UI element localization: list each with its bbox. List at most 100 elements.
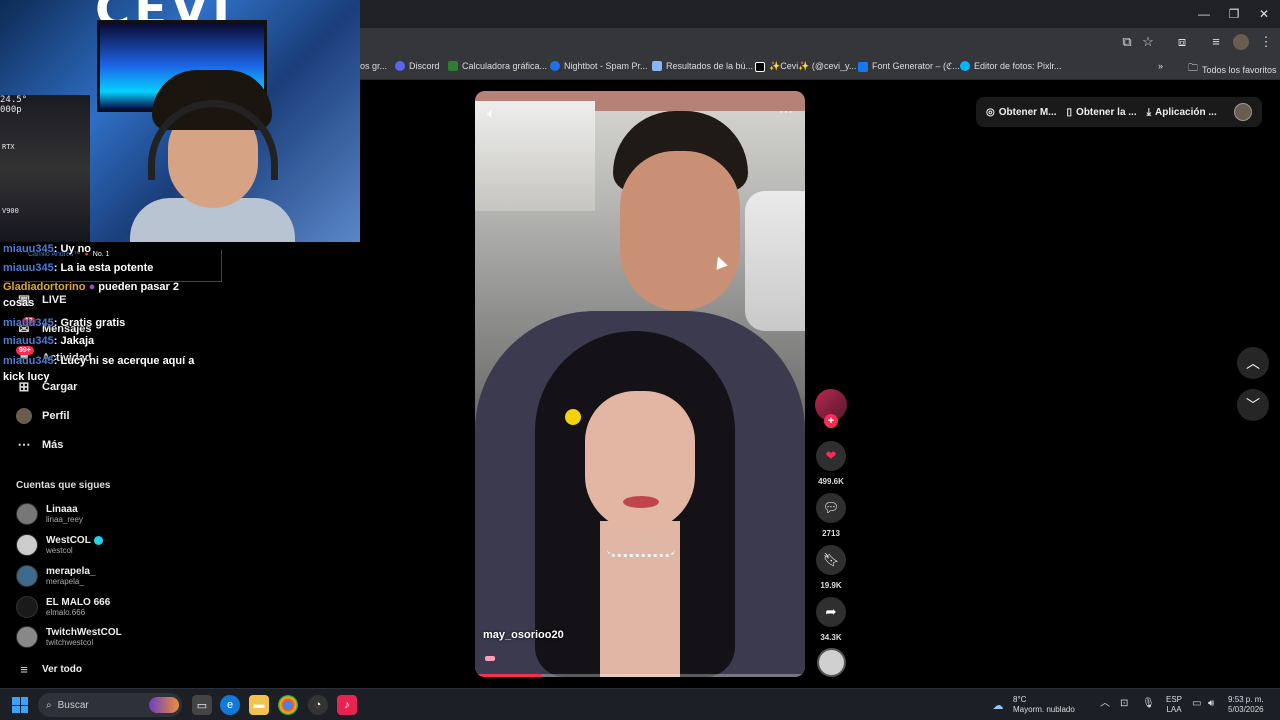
task-view-icon[interactable]: ▭	[192, 695, 212, 715]
download-icon: ⤓	[1146, 106, 1152, 118]
comment-action[interactable]: 💬︎ 2713	[816, 493, 846, 538]
avatar	[16, 534, 38, 556]
background-car	[745, 191, 805, 331]
get-app-button[interactable]: ▯ Obtener la ...	[1067, 107, 1137, 118]
streamer	[130, 70, 295, 242]
discord-icon	[395, 61, 405, 71]
desktop-app-button[interactable]: ⤓ Aplicación ...	[1147, 107, 1217, 118]
necklace	[607, 549, 675, 557]
following-item[interactable]: Linaaa linaa_reey	[16, 503, 83, 525]
chrome-menu-icon[interactable]: ⋮	[1258, 34, 1274, 50]
share-action[interactable]: ➦ 34.3K	[816, 597, 846, 642]
bookmark-item[interactable]: ✨Cevi✨ (@cevi_y...	[755, 61, 856, 72]
bookmark-star-icon[interactable]: ☆	[1140, 34, 1156, 50]
list-icon: ≡	[20, 661, 28, 677]
bookmark-item[interactable]: Calculadora gráfica...	[448, 61, 547, 71]
minimize-button[interactable]: —	[1190, 4, 1218, 24]
follow-plus-icon[interactable]: +	[824, 414, 838, 428]
music-disc-icon[interactable]	[817, 648, 846, 677]
top-actions-bar: ◎ Obtener M... ▯ Obtener la ... ⤓ Aplicació…	[976, 97, 1262, 127]
avatar	[16, 503, 38, 525]
volume-icon[interactable]: 🔊︎	[1208, 699, 1214, 709]
chat-message: miauu345: La ia esta potente	[3, 262, 154, 274]
close-window-button[interactable]: ✕	[1250, 4, 1278, 24]
file-explorer-icon[interactable]: ▬	[249, 695, 269, 715]
chat-message: miauu345: Lucy ni se acerque aquí a	[3, 355, 195, 367]
user-avatar[interactable]	[1234, 103, 1252, 121]
video-progress-bar[interactable]	[475, 674, 805, 677]
network-icon[interactable]: ▭	[1192, 699, 1201, 709]
bookmark-item[interactable]: Resultados de la bú...	[652, 61, 753, 71]
avatar	[16, 596, 38, 618]
video-player[interactable]: 🔈︎ ⋯ may_osorioo20	[475, 91, 805, 677]
verified-icon	[93, 536, 103, 545]
weather-widget[interactable]: 8°C Mayorm. nublado	[1013, 695, 1075, 715]
edge-icon[interactable]: e	[220, 695, 240, 715]
sidebar-item-more[interactable]: ⋯ Más	[16, 437, 64, 453]
tray-app-icon[interactable]: ⊡	[1120, 699, 1128, 709]
clock[interactable]: 9:53 p. m. 5/03/2026	[1228, 695, 1264, 715]
following-item[interactable]: merapela_ merapela_	[16, 565, 95, 587]
webcam-overlay: CEVI 24.5° 000p RTX V900	[0, 0, 360, 242]
previous-video-button[interactable]: ︿	[1237, 347, 1269, 379]
bookmark-item[interactable]: Font Generator – (ℭ...	[858, 61, 960, 72]
comment-icon[interactable]: 💬︎	[816, 493, 846, 523]
windows-taskbar: ⌕ Buscar ▭ e ▬ ◔ ♪ ☁ 8°C Mayorm. nublado ︿…	[0, 688, 1280, 720]
cast-icon[interactable]: ⧉	[1119, 34, 1135, 50]
video-username[interactable]: may_osorioo20	[483, 629, 564, 641]
bookmark-item[interactable]: Discord	[395, 61, 440, 71]
man-face	[620, 151, 740, 311]
music-tag-icon	[485, 656, 495, 661]
next-video-button[interactable]: ﹀	[1237, 389, 1269, 421]
tray-chevron-icon[interactable]: ︿	[1100, 699, 1110, 709]
microphone-icon[interactable]: 🎙︎	[1142, 699, 1155, 709]
following-item[interactable]: WestCOL westcol	[16, 534, 103, 556]
language-indicator[interactable]: ESP LAA	[1166, 695, 1182, 715]
taskbar-search[interactable]: ⌕ Buscar	[38, 693, 182, 717]
coin-icon: ◎	[986, 106, 995, 118]
chat-message: miauu345: Uy no	[3, 243, 92, 255]
windows-start-icon[interactable]	[12, 697, 28, 713]
save-action[interactable]: 🔖︎ 19.9K	[816, 545, 846, 590]
bookmark-item[interactable]: Nightbot - Spam Pr...	[550, 61, 648, 71]
activity-badge: 99+	[16, 346, 34, 355]
heart-icon[interactable]: ❤	[816, 441, 846, 471]
folder-icon: 🗀	[1188, 63, 1198, 74]
bookmarks-overflow-icon[interactable]: »	[1158, 61, 1163, 71]
search-icon: ⌕	[46, 699, 52, 711]
chat-message: cosas	[3, 297, 35, 309]
avatar	[16, 626, 38, 648]
all-favorites-folder[interactable]: 🗀 Todos los favoritos	[1188, 61, 1277, 78]
bookmark-icon[interactable]: 🔖︎	[816, 545, 846, 575]
more-options-icon[interactable]: ⋯	[779, 103, 793, 120]
search-results-icon	[652, 61, 662, 71]
following-title: Cuentas que sigues	[16, 480, 111, 491]
chrome-icon[interactable]	[278, 695, 298, 715]
chat-message: Gladiadortorino ● pueden pasar 2	[3, 281, 179, 293]
weather-icon[interactable]: ☁	[988, 695, 1008, 715]
following-item[interactable]: EL MALO 666 elmalo.666	[16, 596, 110, 618]
chevron-up-icon: ︿	[1246, 355, 1260, 371]
see-all-link[interactable]: ≡ Ver todo	[16, 661, 82, 677]
sidebar-item-profile[interactable]: Perfil	[16, 408, 70, 424]
restore-button[interactable]: ❐	[1220, 4, 1248, 24]
following-item[interactable]: TwitchWestCOL twitchwestcol	[16, 626, 122, 648]
tiktok-app-icon[interactable]: ♪	[337, 695, 357, 715]
like-action[interactable]: ❤ 499.6K	[816, 441, 846, 486]
nightbot-icon	[550, 61, 560, 71]
tiktok-icon	[755, 61, 765, 72]
obs-icon[interactable]: ◔	[308, 695, 328, 715]
bookmark-item[interactable]: os gr...	[360, 61, 387, 71]
calculator-icon	[448, 61, 458, 71]
share-icon[interactable]: ➦	[816, 597, 846, 627]
profile-avatar-icon[interactable]	[1233, 34, 1249, 50]
avatar	[16, 565, 38, 587]
chat-message: miauu345: Gratis gratis	[3, 317, 126, 329]
mute-icon[interactable]: 🔈︎	[487, 105, 495, 122]
chat-message: kick lucy	[3, 371, 50, 383]
bookmark-item[interactable]: Editor de fotos: Pixlr...	[960, 61, 1062, 71]
media-control-icon[interactable]: ≡	[1208, 34, 1224, 50]
get-coins-button[interactable]: ◎ Obtener M...	[986, 107, 1057, 118]
extensions-icon[interactable]: ⧈	[1174, 34, 1190, 50]
background-pc: 24.5° 000p RTX V900	[0, 95, 90, 242]
